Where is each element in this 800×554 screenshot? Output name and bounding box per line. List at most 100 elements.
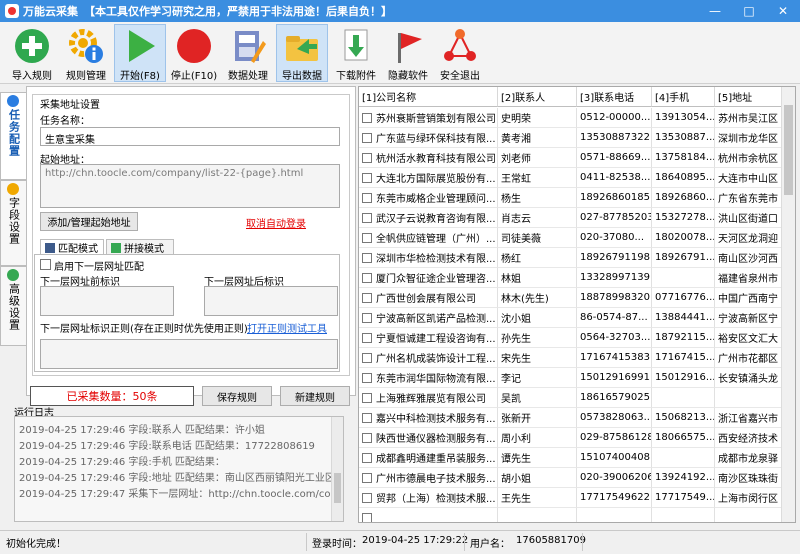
cell-address[interactable]: 广东省东莞市	[715, 188, 784, 208]
table-row[interactable]: 上海雅辉雅展览有限公司 吴凯 18616579025	[359, 388, 784, 408]
cell-mobile[interactable]: 15068213...	[652, 408, 715, 428]
table-row[interactable]: 武汉子云说教育咨询有限... 肖志云 027-87785203 15327278...…	[359, 208, 784, 228]
cell-mobile[interactable]: 15327278...	[652, 208, 715, 228]
cell-mobile[interactable]: 17167415...	[652, 348, 715, 368]
cell-contact[interactable]: 周小利	[498, 428, 577, 448]
safe-exit-button[interactable]: 安全退出	[434, 24, 486, 82]
table-row[interactable]: 广东蓝与绿环保科技有限... 黄考湘 13530887322 13530887... 深…	[359, 128, 784, 148]
cell-phone[interactable]: 18926791198	[577, 248, 652, 268]
table-row[interactable]: 杭州活水教育科技有限公司 刘老师 0571-88669... 13758184... 杭…	[359, 148, 784, 168]
cell-phone[interactable]: 17717549622	[577, 488, 652, 508]
table-row[interactable]: 苏州衰斯营销策划有限公司 史明荣 0512-00000... 13913054... 苏…	[359, 108, 784, 128]
cell-phone[interactable]: 0571-88669...	[577, 148, 652, 168]
cell-company[interactable]: 东莞市润华国际物流有限...	[359, 368, 498, 388]
cell-phone[interactable]: 18878998320	[577, 288, 652, 308]
table-row[interactable]: 贸邦（上海）检测技术服... 王先生 17717549622 17717549... 上…	[359, 488, 784, 508]
cell-company[interactable]: 嘉兴中科检测技术服务有...	[359, 408, 498, 428]
cell-phone[interactable]: 027-87785203	[577, 208, 652, 228]
row-checkbox[interactable]	[362, 412, 372, 423]
cell-contact[interactable]: 杨生	[498, 188, 577, 208]
cell-contact[interactable]: 林木(先生)	[498, 288, 577, 308]
cell-contact[interactable]: 吴凯	[498, 388, 577, 408]
import-rule-button[interactable]: 导入规则	[6, 24, 58, 82]
cell-address[interactable]: 上海市闵行区	[715, 488, 784, 508]
cell-phone[interactable]: 15012916991	[577, 368, 652, 388]
cell-company[interactable]: 苏州衰斯营销策划有限公司	[359, 108, 498, 128]
cell-company[interactable]: 广西世创会展有限公司	[359, 288, 498, 308]
cell-address[interactable]: 南沙区珠珠街	[715, 468, 784, 488]
tab-match-mode[interactable]: 匹配模式	[40, 239, 104, 255]
row-checkbox[interactable]	[362, 272, 372, 283]
row-checkbox[interactable]	[362, 392, 372, 403]
row-checkbox[interactable]	[362, 152, 372, 163]
cell-contact[interactable]: 张新开	[498, 408, 577, 428]
new-rule-button[interactable]: 新建规则	[280, 386, 350, 406]
cell-company[interactable]: 宁夏恒诚建工程设咨询有...	[359, 328, 498, 348]
row-checkbox[interactable]	[362, 432, 372, 443]
cell-contact[interactable]	[498, 508, 577, 522]
cell-mobile[interactable]: 18926860...	[652, 188, 715, 208]
cell-contact[interactable]: 杨红	[498, 248, 577, 268]
cell-company[interactable]: 广东蓝与绿环保科技有限...	[359, 128, 498, 148]
table-row[interactable]: 嘉兴中科检测技术服务有... 张新开 0573828063... 15068213..…	[359, 408, 784, 428]
cell-phone[interactable]	[577, 508, 652, 522]
cell-mobile[interactable]	[652, 388, 715, 408]
row-checkbox[interactable]	[362, 472, 372, 483]
cell-mobile[interactable]: 15012916...	[652, 368, 715, 388]
cell-mobile[interactable]: 18020078...	[652, 228, 715, 248]
run-log-box[interactable]: 2019-04-25 17:29:46 字段:联系人 匹配结果：许小姐 2019…	[14, 416, 344, 522]
cell-mobile[interactable]: 18640895...	[652, 168, 715, 188]
cell-mobile[interactable]: 13530887...	[652, 128, 715, 148]
table-row[interactable]: 深圳市华检检测技术有限... 杨红 18926791198 18926791... 南山…	[359, 248, 784, 268]
save-rule-button[interactable]: 保存规则	[202, 386, 272, 406]
cell-contact[interactable]: 孙先生	[498, 328, 577, 348]
row-checkbox[interactable]	[362, 452, 372, 463]
cell-company[interactable]: 全帆供应链管理（广州）...	[359, 228, 498, 248]
cell-company[interactable]: 上海雅辉雅展览有限公司	[359, 388, 498, 408]
next-suffix-input[interactable]	[204, 286, 338, 316]
task-name-input[interactable]: 生意宝采集	[40, 127, 340, 146]
hide-software-button[interactable]: 隐藏软件	[382, 24, 434, 82]
cell-company[interactable]: 东莞市威格企业管理顾问...	[359, 188, 498, 208]
next-prefix-input[interactable]	[40, 286, 174, 316]
cell-mobile[interactable]: 13924192...	[652, 468, 715, 488]
cell-company[interactable]: 陕西世通仪器检测服务有...	[359, 428, 498, 448]
cell-address[interactable]: 杭州市余杭区	[715, 148, 784, 168]
table-row[interactable]: 广州名机成装饰设计工程... 宋先生 17167415383 17167415... 广…	[359, 348, 784, 368]
cell-company[interactable]: 广州名机成装饰设计工程...	[359, 348, 498, 368]
download-attachment-button[interactable]: 下载附件	[330, 24, 382, 82]
row-checkbox[interactable]	[362, 512, 372, 522]
cancel-auto-login-link[interactable]: 取消自动登录	[246, 215, 306, 230]
table-row[interactable]: 东莞市威格企业管理顾问... 杨生 18926860185 18926860... 广东…	[359, 188, 784, 208]
col-header-address[interactable]: [5]地址	[715, 87, 784, 107]
cell-address[interactable]: 西安经济技术	[715, 428, 784, 448]
cell-phone[interactable]: 0564-32703...	[577, 328, 652, 348]
table-row[interactable]: 全帆供应链管理（广州）... 司徒美薇 020-37080... 18020078..…	[359, 228, 784, 248]
cell-phone[interactable]: 86-0574-87...	[577, 308, 652, 328]
cell-contact[interactable]: 王常虹	[498, 168, 577, 188]
export-data-button[interactable]: 导出数据	[276, 24, 328, 82]
cell-company[interactable]: 武汉子云说教育咨询有限...	[359, 208, 498, 228]
row-checkbox[interactable]	[362, 372, 372, 383]
tab-advanced-settings[interactable]: 高级设置	[0, 266, 26, 346]
cell-contact[interactable]: 林姐	[498, 268, 577, 288]
cell-phone[interactable]: 15107400408	[577, 448, 652, 468]
row-checkbox[interactable]	[362, 132, 372, 143]
cell-address[interactable]: 裕安区文汇大	[715, 328, 784, 348]
cell-company[interactable]: 宁波高新区凯诺产品检测...	[359, 308, 498, 328]
grid-scrollbar[interactable]	[781, 87, 795, 522]
enable-next-level-checkbox[interactable]	[40, 259, 51, 270]
cell-company[interactable]	[359, 508, 498, 522]
cell-address[interactable]: 成都市龙泉驿	[715, 448, 784, 468]
table-row[interactable]: 东莞市润华国际物流有限... 李记 15012916991 15012916... 长安…	[359, 368, 784, 388]
cell-mobile[interactable]: 18792115...	[652, 328, 715, 348]
cell-company[interactable]: 杭州活水教育科技有限公司	[359, 148, 498, 168]
cell-contact[interactable]: 谭先生	[498, 448, 577, 468]
row-checkbox[interactable]	[362, 252, 372, 263]
close-icon[interactable]: ✕	[766, 0, 800, 22]
cell-contact[interactable]: 李记	[498, 368, 577, 388]
cell-address[interactable]: 宁波高新区宁	[715, 308, 784, 328]
cell-contact[interactable]: 王先生	[498, 488, 577, 508]
cell-contact[interactable]: 史明荣	[498, 108, 577, 128]
cell-address[interactable]	[715, 388, 784, 408]
